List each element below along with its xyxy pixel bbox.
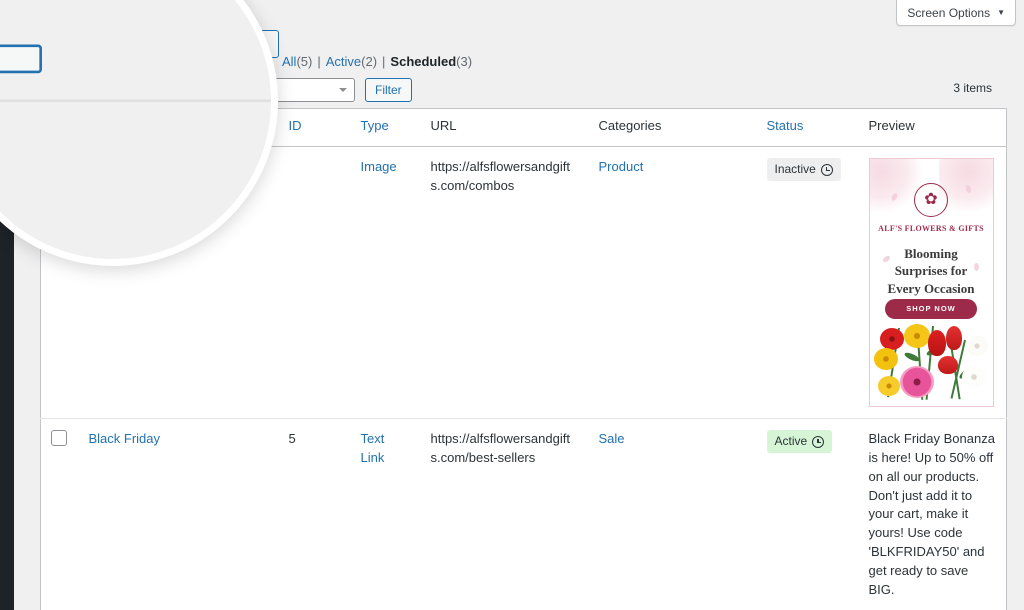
row-preview-cell: Black Friday Bonanza is here! Up to 50% …: [858, 418, 1007, 610]
status-count-scheduled: (3): [456, 54, 473, 69]
status-separator-1: |: [317, 54, 321, 69]
status-separator-2: |: [382, 54, 386, 69]
chevron-down-icon: ▼: [997, 7, 1005, 17]
header-cell-preview: Preview: [858, 108, 1007, 147]
status-count-all: (5): [296, 54, 313, 69]
campaign-name-link[interactable]: Black Friday: [89, 431, 161, 446]
magnified-secondary-button[interactable]: [0, 44, 42, 74]
row-url-cell: https://alfsflowersandgifts.com/best-sel…: [420, 418, 589, 610]
status-badge: Active: [766, 430, 833, 454]
campaign-type-link[interactable]: Text Link: [361, 431, 385, 465]
row-name-cell: Black Friday: [78, 418, 279, 610]
browser-screen: Screen Options ▼ Campaigns Add New All(5…: [0, 0, 1024, 610]
header-cell-categories: Categories: [588, 108, 757, 147]
banner-preview-image[interactable]: ✿ ALF'S FLOWERS & GIFTS Blooming Surpris…: [868, 158, 994, 407]
row-checkbox[interactable]: [51, 430, 67, 446]
status-badge-label: Inactive: [774, 162, 816, 176]
chevron-down-icon: [339, 88, 347, 92]
sort-type-link[interactable]: Type: [361, 118, 389, 133]
items-count: 3 items: [953, 81, 992, 95]
row-id-cell: [279, 147, 351, 419]
status-badge-label: Active: [774, 434, 808, 448]
status-link-scheduled[interactable]: Scheduled: [390, 54, 456, 69]
status-link-all[interactable]: All: [282, 54, 296, 69]
header-cell-type: Type: [350, 108, 421, 147]
campaign-type-link[interactable]: Image: [361, 159, 397, 174]
table-navigation: Filter 3 items: [255, 78, 1006, 102]
screen-options-label: Screen Options: [907, 5, 991, 20]
header-cell-status: Status: [756, 108, 859, 147]
magnifier-overlay: es Add New ks(3)|Ima: [0, 0, 278, 266]
header-cell-id: ID: [278, 108, 351, 147]
banner-headline: Blooming Surprises for Every Occasion: [887, 246, 975, 296]
row-status-cell: Inactive: [757, 147, 859, 419]
brand-name-text: ALF'S FLOWERS & GIFTS: [878, 224, 984, 233]
filter-button[interactable]: Filter: [365, 78, 412, 102]
bouquet-illustration: [870, 322, 993, 406]
row-url-cell: https://alfsflowersandgifts.com/combos: [430, 159, 570, 193]
sort-id-link[interactable]: ID: [289, 118, 302, 133]
row-category-cell: Sale: [588, 418, 757, 610]
screen-options-button[interactable]: Screen Options ▼: [896, 0, 1016, 26]
flower-emblem-icon: ✿: [924, 191, 938, 208]
row-type-cell: Image: [351, 147, 421, 419]
status-count-active: (2): [361, 54, 378, 69]
shop-now-button[interactable]: SHOP NOW: [885, 299, 977, 319]
status-badge: Inactive: [766, 158, 841, 182]
row-id-cell: 5: [278, 418, 351, 610]
row-category-cell: Product: [589, 147, 757, 419]
status-link-active[interactable]: Active: [326, 54, 361, 69]
header-cell-url: URL: [420, 108, 589, 147]
magnified-divider: [0, 99, 271, 101]
magnifier-content: es Add New ks(3)|Ima: [0, 0, 271, 259]
clock-icon: [820, 163, 833, 176]
sort-status-link[interactable]: Status: [767, 118, 804, 133]
row-checkbox-cell: [40, 418, 79, 610]
status-filter-links: All(5) | Active(2) | Scheduled(3): [282, 54, 472, 69]
row-type-cell: Text Link: [350, 418, 421, 610]
row-preview-cell: ✿ ALF'S FLOWERS & GIFTS Blooming Surpris…: [859, 147, 1007, 419]
campaign-category-link[interactable]: Sale: [599, 431, 625, 446]
clock-icon: [812, 435, 825, 448]
row-status-cell: Active: [756, 418, 859, 610]
campaign-category-link[interactable]: Product: [599, 159, 644, 174]
brand-logo: ✿: [914, 183, 948, 217]
table-row[interactable]: Black Friday 5 Text Link https://alfsflo…: [40, 418, 1007, 610]
